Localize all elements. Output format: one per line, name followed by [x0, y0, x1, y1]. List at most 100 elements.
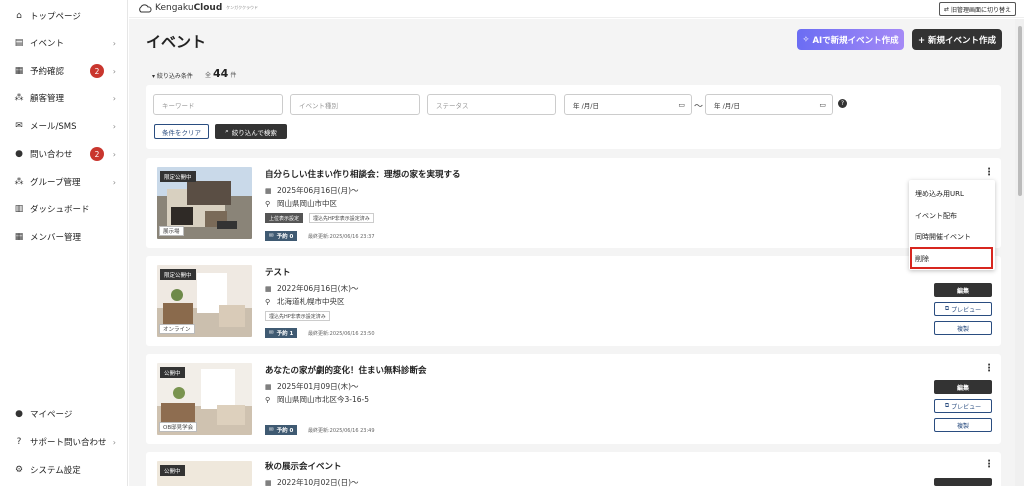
- top-display-chip: 上位表示設定: [265, 213, 304, 223]
- status-select[interactable]: ステータス: [427, 94, 556, 115]
- reservation-count[interactable]: ✉ 予約 0: [265, 425, 298, 435]
- event-thumbnail[interactable]: 限定公開中 オンライン: [157, 265, 252, 337]
- event-thumbnail[interactable]: 公開中 OB邸見学会: [157, 363, 252, 435]
- search-icon: ⌕: [225, 127, 229, 135]
- menu-item-embed-url[interactable]: 埋め込み用URL: [915, 189, 964, 199]
- sidebar-bottom-item-0[interactable]: ● マイページ: [14, 405, 124, 423]
- chevron-right-icon: ›: [112, 66, 116, 76]
- preview-button[interactable]: ⧉ プレビュー: [934, 302, 992, 316]
- date-to-input[interactable]: 年 /月/日 ▭: [705, 94, 833, 115]
- menu-item-distribute[interactable]: イベント配布: [915, 211, 957, 221]
- chevron-right-icon: ›: [112, 93, 116, 103]
- reservation-label: 予約 0: [276, 428, 294, 434]
- event-date: ▦ 2022年10月02日(日)〜: [265, 477, 359, 488]
- chevron-right-icon: ›: [112, 437, 116, 447]
- search-button[interactable]: ⌕ 絞り込んで検索: [215, 124, 287, 139]
- notification-badge: 2: [90, 147, 104, 161]
- date-from-value: 年 /月/日: [573, 101, 599, 110]
- event-date-text: 2025年06月16日(月)〜: [277, 186, 359, 195]
- reservation-count[interactable]: ✉ 予約 1: [265, 328, 298, 338]
- new-event-button[interactable]: + 新規イベント作成: [912, 29, 1002, 50]
- ai-button-label: AIで新規イベント作成: [812, 35, 899, 46]
- sidebar-item-8[interactable]: ▦ メンバー管理: [14, 228, 124, 246]
- event-type-placeholder: イベント種別: [299, 101, 338, 110]
- menu-item-concurrent-events[interactable]: 同時開催イベント: [915, 232, 971, 242]
- venue-tag: オンライン: [159, 324, 195, 334]
- more-options-icon[interactable]: ⋮: [984, 167, 994, 178]
- event-date: ▦ 2025年06月16日(月)〜: [265, 185, 359, 196]
- sidebar-item-1[interactable]: ▤ イベント ›: [14, 34, 124, 52]
- sidebar-item-7[interactable]: ▥ ダッシュボード: [14, 200, 124, 218]
- venue-tag: OB邸見学会: [159, 422, 198, 432]
- total-count: 全 44 件: [205, 67, 236, 80]
- edit-button[interactable]: 編集: [934, 283, 992, 297]
- event-place: ⚲ 岡山県岡山市北区今3-16-5: [265, 394, 369, 405]
- event-thumbnail[interactable]: 限定公開中 展示場: [157, 167, 252, 239]
- old-admin-label: 旧管理画面に切り替え: [950, 6, 1011, 14]
- sidebar-item-label: ダッシュボード: [30, 205, 90, 215]
- chevron-right-icon: ›: [112, 177, 116, 187]
- calendar-icon: ▦: [265, 284, 272, 293]
- sidebar-bottom-item-2[interactable]: ⚙ システム設定: [14, 461, 124, 479]
- sidebar-item-0[interactable]: ⌂ トップページ: [14, 7, 124, 25]
- calendar-icon: ▦: [265, 382, 272, 391]
- last-updated: 最終更新:2025/06/16 23:49: [308, 428, 375, 434]
- calendar-icon: ▦: [265, 186, 272, 195]
- event-thumbnail[interactable]: 公開中: [157, 461, 252, 486]
- calendar-icon: ▦: [14, 66, 24, 76]
- edit-button[interactable]: [934, 478, 992, 486]
- event-title[interactable]: 自分らしい住まい作り相談会：理想の家を実現する: [265, 168, 461, 180]
- ai-create-event-button[interactable]: ✧ AIで新規イベント作成: [797, 29, 904, 50]
- sidebar-item-label: マイページ: [30, 410, 73, 420]
- sidebar-item-label: イベント: [30, 39, 65, 49]
- group-icon: ⁂: [14, 177, 24, 187]
- sidebar-item-6[interactable]: ⁂ グループ管理 ›: [14, 173, 124, 191]
- date-from-input[interactable]: 年 /月/日 ▭: [564, 94, 692, 115]
- keyword-input[interactable]: キーワード: [153, 94, 283, 115]
- old-admin-switch-button[interactable]: ⇄ 旧管理画面に切り替え: [938, 2, 1016, 16]
- grid-icon: ▦: [14, 232, 24, 242]
- event-type-select[interactable]: イベント種別: [290, 94, 420, 115]
- sidebar-item-label: 顧客管理: [30, 94, 65, 104]
- sidebar-item-label: 問い合わせ: [30, 150, 73, 160]
- hidden-embed-chip: 埋込先HP非表示設定済み: [309, 213, 374, 223]
- sidebar-item-5[interactable]: ● 問い合わせ 2 ›: [14, 145, 124, 163]
- sidebar-bottom-item-1[interactable]: ? サポート問い合わせ ›: [14, 433, 124, 451]
- sidebar-item-3[interactable]: ⁂ 顧客管理 ›: [14, 89, 124, 107]
- copy-button[interactable]: 複製: [934, 321, 992, 335]
- page-title: イベント: [146, 33, 207, 51]
- calendar-icon[interactable]: ▭: [678, 101, 685, 109]
- sidebar-item-2[interactable]: ▦ 予約確認 2 ›: [14, 62, 124, 80]
- chart-icon: ▥: [14, 204, 24, 214]
- reservation-count[interactable]: ✉ 予約 0: [265, 231, 298, 241]
- more-options-icon[interactable]: ⋮: [984, 363, 994, 374]
- calendar-icon[interactable]: ▭: [819, 101, 826, 109]
- event-date-text: 2022年10月02日(日)〜: [277, 478, 359, 487]
- chevron-right-icon: ›: [112, 149, 116, 159]
- edit-button[interactable]: 編集: [934, 380, 992, 394]
- preview-icon: ⧉: [944, 305, 950, 312]
- preview-button[interactable]: ⧉ プレビュー: [934, 399, 992, 413]
- calendar-icon: ▦: [265, 478, 272, 487]
- clear-filters-button[interactable]: 条件をクリア: [154, 124, 209, 139]
- date-to-value: 年 /月/日: [714, 101, 740, 110]
- event-place: ⚲ 岡山県岡山市中区: [265, 198, 337, 209]
- gear-icon: ⚙: [14, 465, 24, 475]
- location-pin-icon: ⚲: [265, 199, 271, 208]
- last-updated: 最終更新:2025/06/16 23:50: [308, 331, 375, 337]
- help-icon[interactable]: ?: [838, 99, 847, 108]
- scrollbar-thumb[interactable]: [1018, 26, 1022, 196]
- event-title[interactable]: テスト: [265, 266, 291, 278]
- copy-button[interactable]: 複製: [934, 418, 992, 432]
- sidebar-item-label: メール/SMS: [30, 122, 77, 132]
- event-title[interactable]: あなたの家が劇的変化！住まい無料診断会: [265, 364, 427, 376]
- sidebar-item-4[interactable]: ✉ メール/SMS ›: [14, 117, 124, 135]
- event-title[interactable]: 秋の展示会イベント: [265, 460, 342, 472]
- status-tag: 限定公開中: [160, 269, 196, 280]
- users-icon: ⁂: [14, 93, 24, 103]
- event-place: ⚲ 北海道札幌市中央区: [265, 296, 345, 307]
- more-options-icon[interactable]: ⋮: [984, 459, 994, 470]
- logo-sub: ケンガククラウド: [226, 5, 259, 10]
- filter-toggle[interactable]: ▾ 絞り込み条件: [152, 71, 193, 80]
- hidden-embed-chip: 埋込先HP非表示設定済み: [265, 311, 330, 321]
